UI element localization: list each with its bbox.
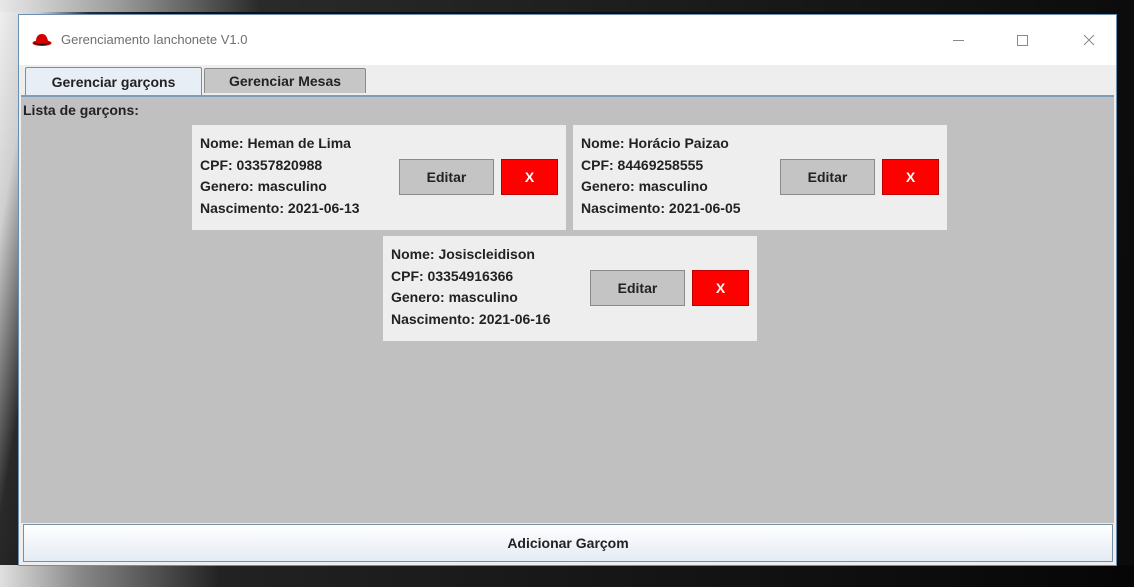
waiter-cpf: CPF: 03354916366 (391, 267, 514, 284)
minimize-button[interactable] (935, 15, 981, 65)
waiter-genero: Genero: masculino (200, 178, 327, 194)
waiter-card: Nome: Horácio Paizao CPF: 84469258555 Ge… (573, 125, 947, 230)
title-bar[interactable]: Gerenciamento lanchonete V1.0 (19, 15, 1116, 65)
maximize-icon (1016, 34, 1028, 46)
window-title: Gerenciamento lanchonete V1.0 (61, 32, 248, 47)
waiter-info: Nome: Horácio Paizao CPF: 84469258555 Ge… (581, 133, 741, 219)
delete-button[interactable]: X (882, 159, 939, 195)
tab-gerenciar-garcons[interactable]: Gerenciar garçons (25, 67, 202, 95)
edit-button[interactable]: Editar (780, 159, 875, 195)
waiter-info: Nome: Josiscleidison CPF: 03354916366 Ge… (391, 244, 551, 330)
app-window: Gerenciamento lanchonete V1.0 Gerenciar … (18, 14, 1117, 566)
delete-button[interactable]: X (692, 270, 749, 306)
maximize-button[interactable] (999, 15, 1045, 65)
waiter-nascimento: Nascimento: 2021-06-05 (581, 199, 741, 216)
list-label: Lista de garçons: (23, 102, 139, 118)
waiter-cpf: CPF: 03357820988 (200, 156, 323, 173)
tab-strip: Gerenciar garçons Gerenciar Mesas (19, 65, 1116, 95)
desktop-background-top (0, 0, 1134, 12)
waiter-nome: Nome: Horácio Paizao (581, 135, 729, 151)
delete-button[interactable]: X (501, 159, 558, 195)
waiter-card: Nome: Heman de Lima CPF: 03357820988 Gen… (192, 125, 566, 230)
waiter-genero: Genero: masculino (391, 289, 518, 305)
minimize-icon (952, 39, 964, 41)
desktop-background-bottom (0, 565, 1134, 587)
waiter-info: Nome: Heman de Lima CPF: 03357820988 Gen… (200, 133, 360, 219)
edit-button[interactable]: Editar (590, 270, 685, 306)
waiters-panel: Lista de garçons: Nome: Heman de Lima CP… (21, 95, 1114, 523)
tab-gerenciar-mesas[interactable]: Gerenciar Mesas (204, 68, 366, 93)
edit-button[interactable]: Editar (399, 159, 494, 195)
waiter-nome: Nome: Heman de Lima (200, 135, 351, 151)
waiter-nascimento: Nascimento: 2021-06-13 (200, 199, 360, 216)
waiter-card: Nome: Josiscleidison CPF: 03354916366 Ge… (383, 236, 757, 341)
close-button[interactable] (1066, 15, 1112, 65)
waiter-nascimento: Nascimento: 2021-06-16 (391, 310, 551, 327)
close-icon (1083, 34, 1095, 46)
red-hat-icon (32, 34, 52, 46)
waiter-genero: Genero: masculino (581, 178, 708, 194)
waiter-cpf: CPF: 84469258555 (581, 156, 704, 173)
waiter-nome: Nome: Josiscleidison (391, 246, 535, 262)
add-waiter-button[interactable]: Adicionar Garçom (23, 524, 1113, 562)
